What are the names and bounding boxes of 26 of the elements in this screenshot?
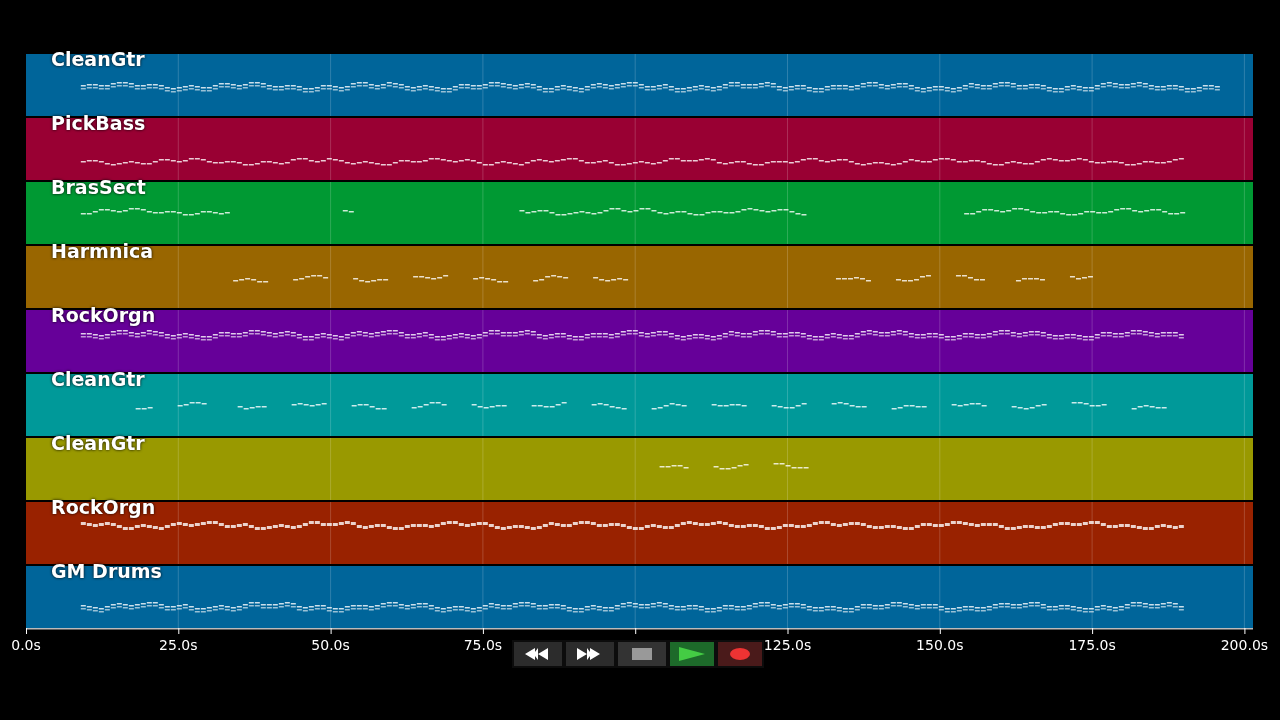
tick-label: 125.0s [763,636,812,654]
tick-label: 175.0s [1068,636,1116,654]
stop-button[interactable] [618,642,666,666]
tick-label: 200.0s [1220,636,1269,654]
record-icon [730,648,750,660]
track-name: Harmnica [51,240,153,262]
track-name: CleanGtr [51,368,145,390]
tick-label: 50.0s [311,636,350,654]
track-name: RockOrgn [51,304,156,326]
record-button[interactable] [718,642,762,666]
tick-label: 75.0s [463,636,503,654]
track-name: GM Drums [51,560,162,582]
tick-label: 25.0s [159,636,198,654]
play-button[interactable] [670,642,714,666]
track-name: PickBass [51,112,146,134]
play-icon [679,647,705,661]
track-name: CleanGtr [51,48,145,70]
track-name: BrasSect [51,176,146,198]
stop-icon [632,648,652,660]
tick-label: 0.0s [11,636,41,654]
fast-forward-button[interactable] [566,642,614,666]
track-name: RockOrgn [51,496,156,518]
track-name: CleanGtr [51,432,145,454]
rewind-icon [525,648,551,660]
tick-label: 150.0s [916,636,964,654]
rewind-button[interactable] [514,642,562,666]
